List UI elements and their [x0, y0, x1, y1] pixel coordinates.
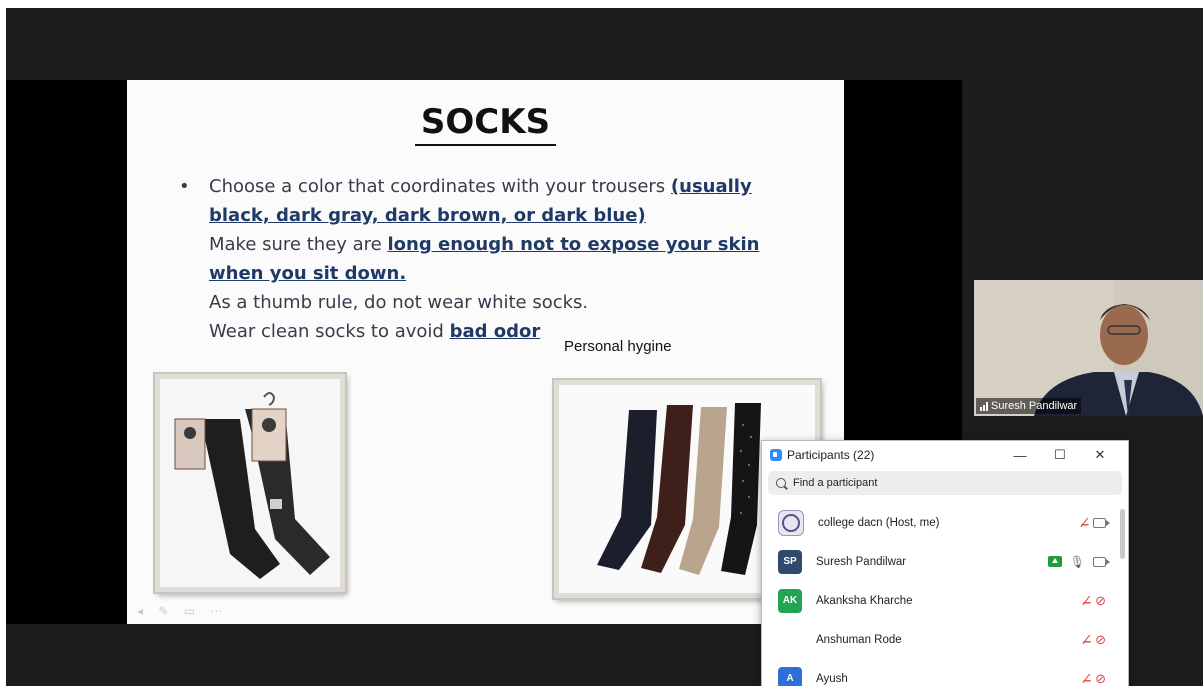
minimize-button[interactable]: —: [1000, 448, 1040, 463]
meeting-window: SOCKS • Choose a color that coordinates w…: [6, 8, 1203, 686]
search-placeholder: Find a participant: [793, 477, 878, 489]
zoom-app-icon: [770, 449, 782, 461]
avatar: [778, 628, 802, 652]
slide-title: SOCKS: [127, 102, 844, 146]
video-name-label: Suresh Pandilwar: [976, 398, 1082, 414]
participant-name: Akanksha Kharche: [816, 594, 913, 607]
close-button[interactable]: ✕: [1080, 447, 1120, 463]
search-icon: [776, 478, 786, 488]
slide-line-1: • Choose a color that coordinates with yo…: [179, 172, 799, 201]
camera-on-icon[interactable]: [1093, 556, 1110, 567]
camera-off-icon[interactable]: ⊘: [1095, 632, 1106, 648]
mic-muted-icon[interactable]: ⁄̶: [1085, 593, 1087, 608]
video-tile-speaker[interactable]: Suresh Pandilwar: [974, 280, 1203, 416]
slide-line-3: Make sure they are long enough not to ex…: [209, 234, 760, 255]
avatar: SP: [778, 549, 802, 574]
participants-title: Participants (22): [787, 448, 875, 462]
avatar: AK: [778, 588, 802, 613]
participant-search-input[interactable]: Find a participant: [768, 471, 1122, 495]
participant-row[interactable]: Anshuman Rode ⁄̶ ⊘: [762, 620, 1128, 659]
participant-row[interactable]: SP Suresh Pandilwar 🎙︎: [762, 542, 1128, 581]
presentation-slide: SOCKS • Choose a color that coordinates w…: [127, 80, 844, 624]
slide-line-5: As a thumb rule, do not wear white socks…: [209, 292, 589, 313]
mic-muted-icon[interactable]: ⁄̶: [1085, 632, 1087, 647]
mic-muted-icon[interactable]: ⁄̶: [1085, 671, 1087, 686]
slide-line-6: Wear clean socks to avoid bad odor: [209, 321, 541, 342]
camera-off-icon[interactable]: ⊘: [1095, 671, 1106, 686]
avatar: A: [778, 666, 802, 686]
slide-caption: Personal hygine: [564, 338, 672, 355]
camera-off-icon[interactable]: ⊘: [1095, 593, 1106, 609]
slide-line-4: when you sit down.: [209, 263, 407, 284]
participant-name: Anshuman Rode: [816, 633, 902, 646]
mic-on-icon[interactable]: 🎙︎: [1070, 555, 1085, 569]
signal-strength-icon: [980, 401, 988, 411]
participant-list: college dacn (Host, me) ⁄̶ SP Suresh Pan…: [762, 503, 1128, 686]
participant-name: Ayush: [816, 672, 848, 685]
participants-scrollbar[interactable]: [1120, 509, 1125, 559]
bullet-dot: •: [179, 176, 190, 197]
participant-row[interactable]: college dacn (Host, me) ⁄̶: [762, 503, 1128, 542]
camera-on-icon[interactable]: [1093, 517, 1110, 528]
participant-name: college dacn (Host, me): [818, 516, 940, 529]
slide-body: • Choose a color that coordinates with yo…: [179, 172, 799, 346]
participant-row[interactable]: AK Akanksha Kharche ⁄̶ ⊘: [762, 581, 1128, 620]
participants-header: Participants (22) — ☐ ✕: [762, 441, 1128, 469]
college-logo-avatar: [778, 509, 804, 536]
slide-line-2: black, dark gray, dark brown, or dark bl…: [209, 205, 646, 226]
participant-row[interactable]: A Ayush ⁄̶ ⊘: [762, 659, 1128, 686]
participants-panel: Participants (22) — ☐ ✕ Find a participa…: [761, 440, 1129, 686]
socks-photo-packaged: [155, 374, 345, 592]
slideshow-controls[interactable]: ◂ ✎ ▭ ⋯: [137, 604, 228, 618]
screen-share-icon: [1047, 556, 1062, 567]
maximize-button[interactable]: ☐: [1040, 447, 1080, 463]
mic-muted-icon[interactable]: ⁄̶: [1083, 515, 1085, 530]
